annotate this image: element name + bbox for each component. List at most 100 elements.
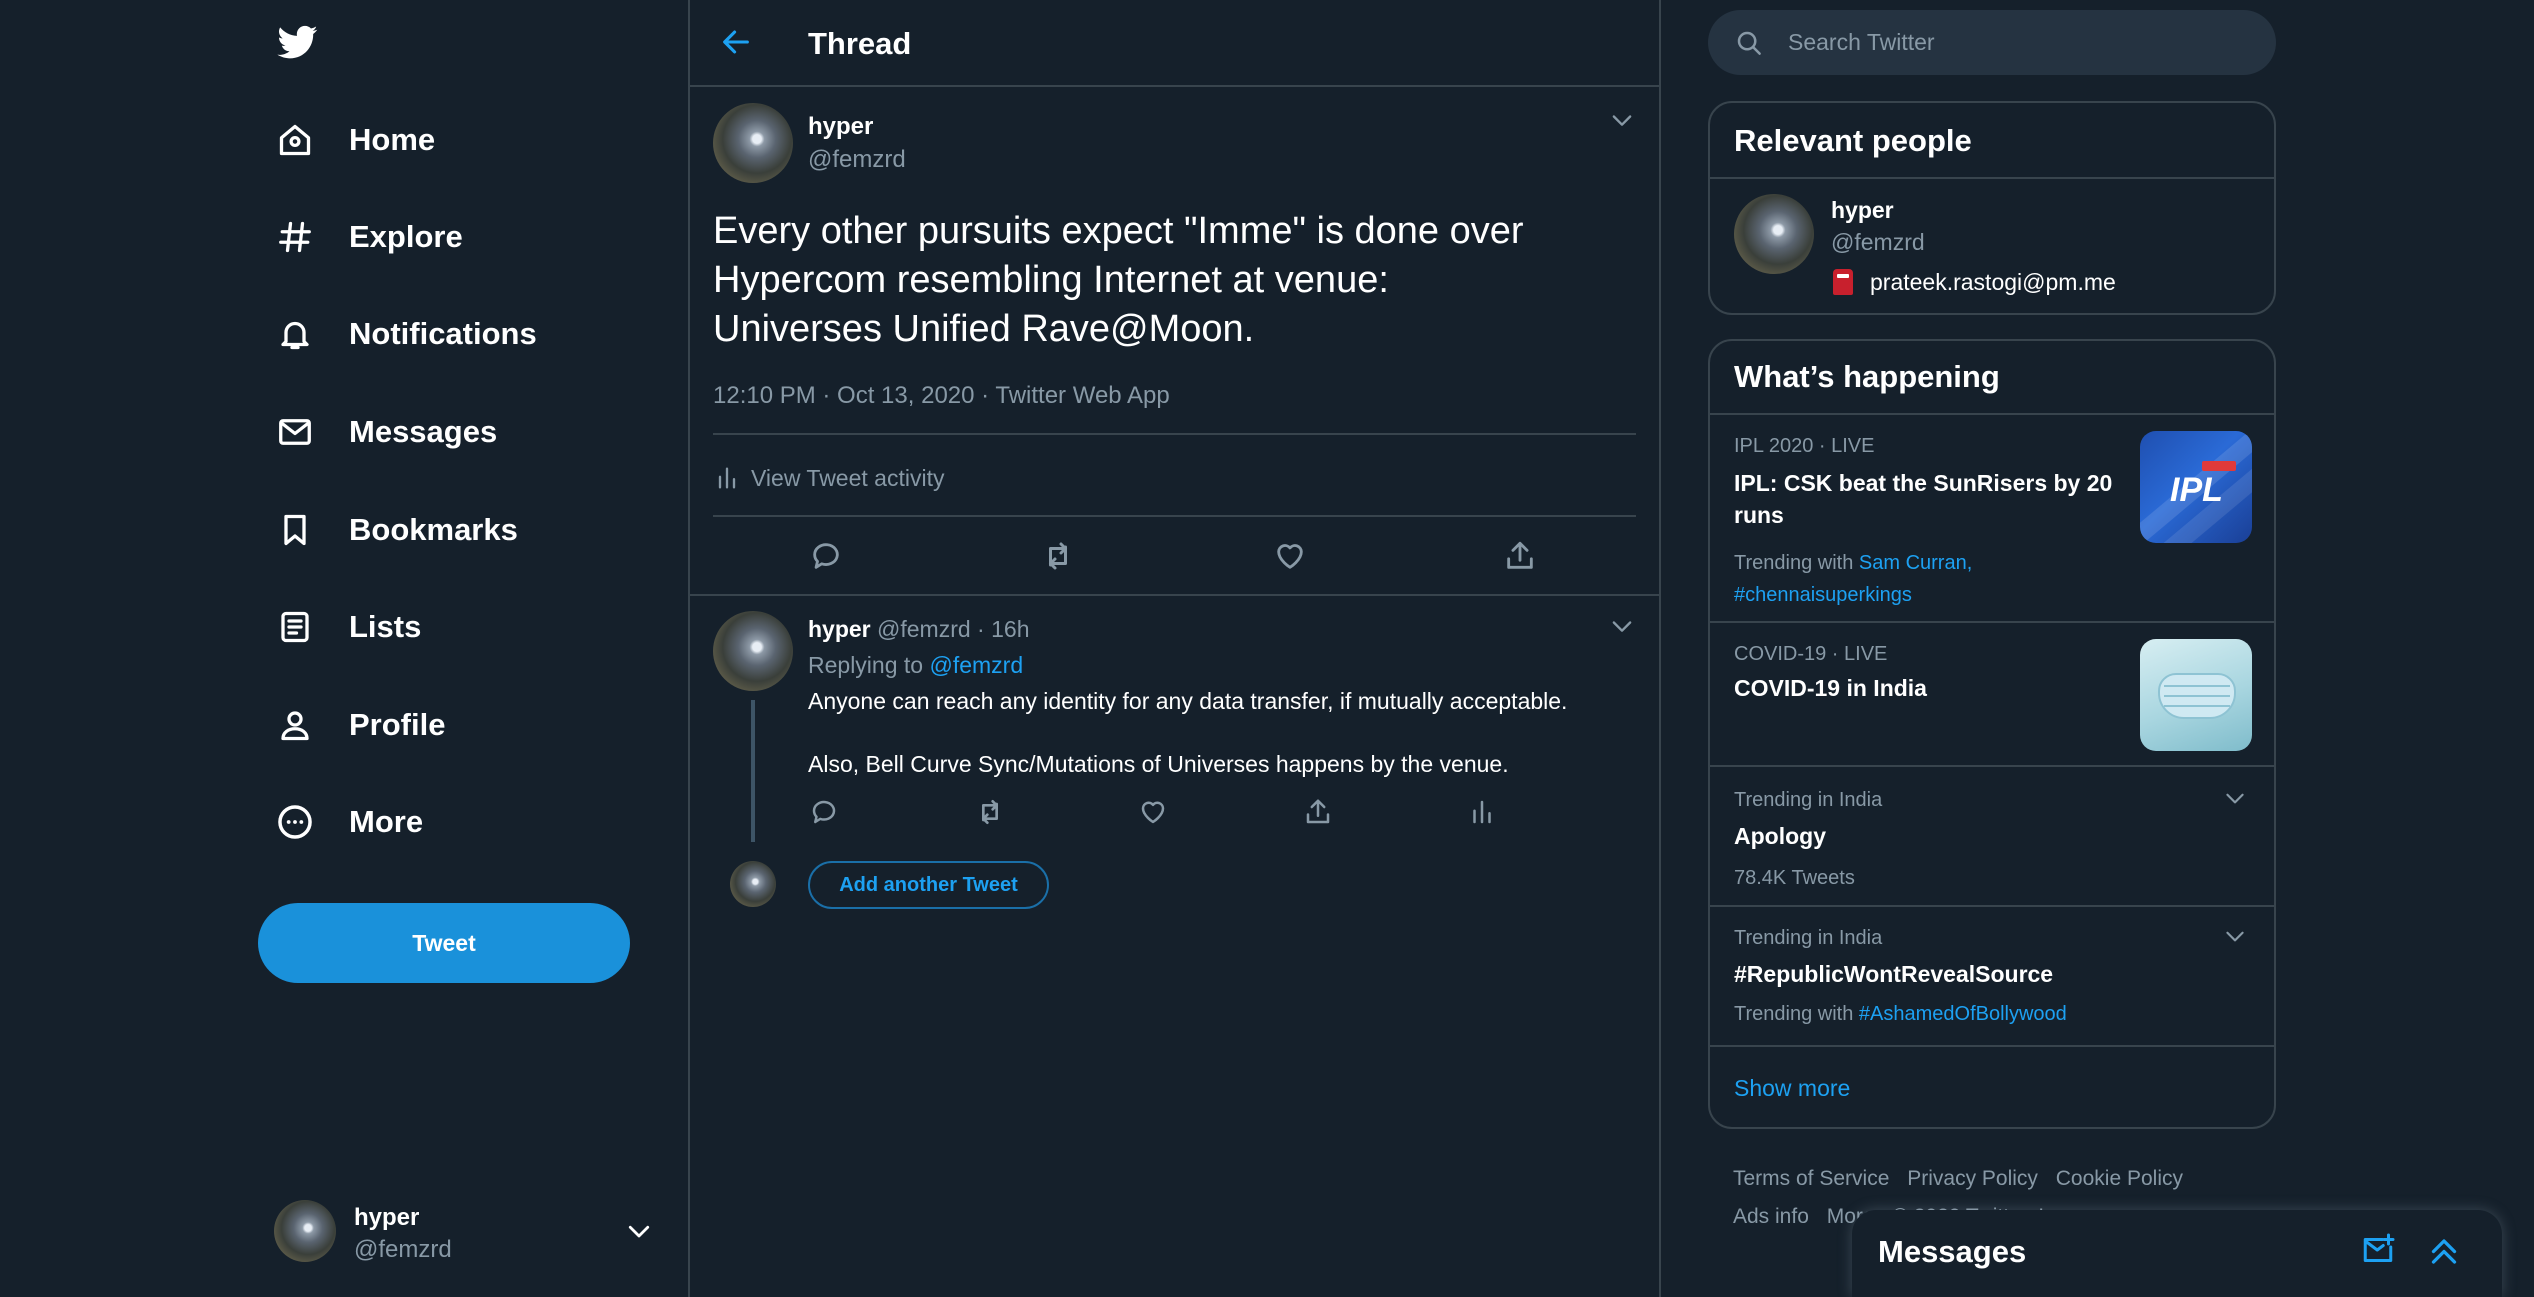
tweet-author-handle[interactable]: @femzrd — [808, 146, 906, 174]
reply-author-handle-time: @femzrd · 16h — [877, 616, 1030, 642]
relevant-person-handle[interactable]: @femzrd — [1831, 229, 1925, 256]
account-avatar — [274, 1200, 336, 1262]
footer-link-cookie[interactable]: Cookie Policy — [2056, 1167, 2183, 1190]
tweet-button[interactable]: Tweet — [258, 903, 630, 983]
nav-explore[interactable]: Explore — [275, 207, 463, 267]
nav-notifications[interactable]: Notifications — [275, 304, 537, 364]
like-button[interactable] — [1270, 536, 1310, 576]
nav-more[interactable]: More — [275, 792, 423, 852]
footer-link-privacy[interactable]: Privacy Policy — [1907, 1167, 2038, 1190]
nav-profile[interactable]: Profile — [275, 695, 445, 755]
retweet-button[interactable] — [1038, 536, 1078, 576]
footer-link-terms[interactable]: Terms of Service — [1733, 1167, 1889, 1190]
reply-reply-button[interactable] — [804, 792, 844, 832]
nav-more-label: More — [349, 804, 424, 839]
trend-title-line: runs — [1734, 502, 1784, 528]
person-icon — [275, 705, 315, 745]
search-input[interactable]: Search Twitter — [1788, 29, 1935, 56]
ipl-thumbnail: IPL — [2140, 431, 2252, 543]
nav-lists-label: Lists — [349, 609, 422, 644]
relevant-people-panel: Relevant people hyper @femzrd prateek.ra… — [1708, 101, 2276, 315]
nav-messages-label: Messages — [349, 414, 498, 449]
twitter-logo-icon[interactable] — [276, 22, 320, 62]
trend-item-covid[interactable]: COVID-19 · LIVE COVID-19 in India — [1710, 621, 2274, 765]
more-circle-icon — [275, 802, 315, 842]
reply-author-avatar[interactable] — [713, 611, 793, 691]
reply-text-line1: Anyone can reach any identity for any da… — [808, 688, 1568, 714]
double-chevron-up-icon — [2426, 1232, 2462, 1268]
heart-icon — [1273, 539, 1307, 573]
search-box[interactable]: Search Twitter — [1708, 10, 2276, 75]
add-another-tweet-label: Add another Tweet — [839, 873, 1018, 896]
footer-link-ads-info[interactable]: Ads info — [1733, 1205, 1809, 1228]
postbox-emoji-icon — [1833, 269, 1853, 295]
trend-link[interactable]: #AshamedOfBollywood — [1859, 1003, 2067, 1025]
nav-lists[interactable]: Lists — [275, 597, 421, 657]
relevant-person-name[interactable]: hyper — [1831, 197, 1894, 224]
reply-text-line2: Also, Bell Curve Sync/Mutations of Unive… — [808, 751, 1509, 777]
relevant-person-avatar[interactable] — [1734, 194, 1814, 274]
relevant-person-bio: prateek.rastogi@pm.me — [1870, 269, 2116, 295]
new-message-button[interactable] — [2360, 1232, 2396, 1268]
whats-happening-title: What’s happening — [1734, 359, 2000, 394]
compose-avatar — [730, 861, 776, 907]
tweet-options-chevron-icon[interactable] — [1608, 106, 1636, 134]
trend-item-ipl[interactable]: IPL 2020 · LIVE IPL: CSK beat the SunRis… — [1710, 413, 2274, 621]
expand-drawer-button[interactable] — [2426, 1232, 2462, 1268]
show-more-row[interactable]: Show more — [1710, 1045, 2274, 1127]
reply-options-chevron-icon[interactable] — [1608, 612, 1636, 640]
view-tweet-activity[interactable]: View Tweet activity — [713, 460, 944, 496]
ipl-logo-text: IPL — [2170, 471, 2223, 509]
trend-link[interactable]: #chennaisuperkings — [1734, 579, 1972, 611]
chevron-down-icon[interactable] — [2222, 923, 2248, 949]
trend-link[interactable]: Sam Curran, — [1859, 552, 1972, 574]
tweet-meta: 12:10 PM · Oct 13, 2020 · Twitter Web Ap… — [713, 382, 1170, 409]
replying-to-prefix: Replying to — [808, 652, 924, 678]
nav-bookmarks-label: Bookmarks — [349, 512, 518, 547]
reply-like-button[interactable] — [1133, 792, 1173, 832]
header-divider — [689, 85, 1659, 87]
add-another-tweet-button[interactable]: Add another Tweet — [808, 861, 1049, 909]
tweet-button-label: Tweet — [412, 929, 476, 956]
retweet-icon — [1040, 538, 1076, 574]
reply-author-name[interactable]: hyper — [808, 616, 871, 642]
nav-home[interactable]: Home — [275, 110, 435, 170]
trending-with-label: Trending with — [1734, 552, 1854, 574]
nav-messages[interactable]: Messages — [275, 402, 497, 462]
nav-bookmarks[interactable]: Bookmarks — [275, 500, 518, 560]
trend-item-apology[interactable]: Trending in India Apology 78.4K Tweets — [1710, 765, 2274, 905]
bar-chart-icon — [1467, 797, 1497, 827]
tweet-activity-divider — [713, 515, 1636, 517]
tweet-text: Every other pursuits expect "Imme" is do… — [713, 207, 1524, 354]
page-title: Thread — [808, 26, 912, 61]
account-switcher[interactable]: hyper @femzrd — [272, 1196, 662, 1266]
tweet-meta-divider — [713, 433, 1636, 435]
hashtag-icon — [275, 217, 315, 257]
trend-item-republic[interactable]: Trending in India #RepublicWontRevealSou… — [1710, 905, 2274, 1045]
nav-home-label: Home — [349, 122, 436, 157]
messages-drawer-title: Messages — [1878, 1234, 2027, 1269]
tweet-author-name[interactable]: hyper — [808, 113, 873, 141]
trend-meta: IPL 2020 · LIVE — [1734, 435, 1875, 457]
tweet-author-avatar[interactable] — [713, 103, 793, 183]
reply-analytics-button[interactable] — [1462, 792, 1502, 832]
view-tweet-activity-label: View Tweet activity — [751, 464, 945, 491]
chevron-down-icon[interactable] — [2222, 785, 2248, 811]
reply-icon — [809, 797, 839, 827]
reply-retweet-button[interactable] — [970, 792, 1010, 832]
new-message-icon — [2360, 1232, 2396, 1268]
messages-drawer[interactable]: Messages — [1852, 1210, 2502, 1297]
nav-profile-label: Profile — [349, 707, 446, 742]
share-button[interactable] — [1500, 536, 1540, 576]
right-divider — [1659, 0, 1661, 1297]
replying-to: Replying to @femzrd — [808, 652, 1023, 679]
heart-icon — [1138, 797, 1168, 827]
share-icon — [1303, 797, 1333, 827]
replying-to-handle-link[interactable]: @femzrd — [929, 652, 1023, 678]
reply-share-button[interactable] — [1298, 792, 1338, 832]
reply-button[interactable] — [806, 536, 846, 576]
show-more-link[interactable]: Show more — [1734, 1075, 1850, 1102]
trend-trending-with: Trending with Sam Curran, #chennaisuperk… — [1734, 547, 1972, 611]
trend-meta: COVID-19 · LIVE — [1734, 643, 1888, 665]
back-button[interactable] — [716, 22, 756, 62]
